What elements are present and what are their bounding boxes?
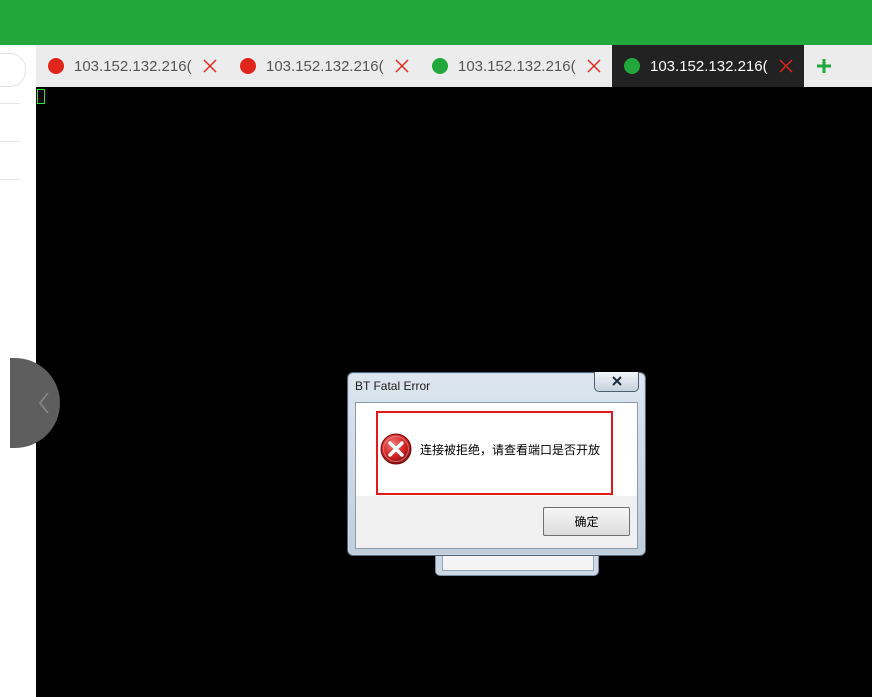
dialog-title: BT Fatal Error	[355, 379, 431, 393]
highlight-annotation-box	[376, 411, 613, 495]
tab-label: 103.152.132.216(2	[74, 57, 192, 75]
tab-bar: 103.152.132.216(2 103.152.132.216(3 103.…	[36, 45, 872, 87]
tab-label: 103.152.132.216(5	[650, 57, 768, 75]
app-top-bar	[0, 0, 872, 45]
close-icon	[612, 376, 622, 386]
close-icon[interactable]	[778, 58, 794, 74]
dialog-close-button[interactable]	[594, 372, 639, 392]
close-icon[interactable]	[202, 58, 218, 74]
status-dot	[48, 58, 64, 74]
tab-session-3[interactable]: 103.152.132.216(3	[228, 45, 420, 87]
close-icon[interactable]	[394, 58, 410, 74]
sidebar-search-pill[interactable]	[0, 53, 26, 87]
status-dot	[432, 58, 448, 74]
add-tab-button[interactable]	[804, 45, 844, 87]
terminal-cursor	[37, 89, 45, 104]
tab-label: 103.152.132.216(3	[266, 57, 384, 75]
tab-label: 103.152.132.216(4	[458, 57, 576, 75]
sidebar-divider	[0, 141, 20, 142]
ok-button[interactable]: 确定	[543, 507, 630, 536]
close-icon[interactable]	[586, 58, 602, 74]
tab-session-2[interactable]: 103.152.132.216(2	[36, 45, 228, 87]
status-dot	[624, 58, 640, 74]
status-dot	[240, 58, 256, 74]
tab-session-4[interactable]: 103.152.132.216(4	[420, 45, 612, 87]
plus-icon	[817, 59, 831, 73]
sidebar-divider	[0, 103, 20, 104]
chevron-left-icon	[39, 392, 49, 414]
sidebar-divider	[0, 179, 20, 180]
tab-session-5[interactable]: 103.152.132.216(5	[612, 45, 804, 87]
